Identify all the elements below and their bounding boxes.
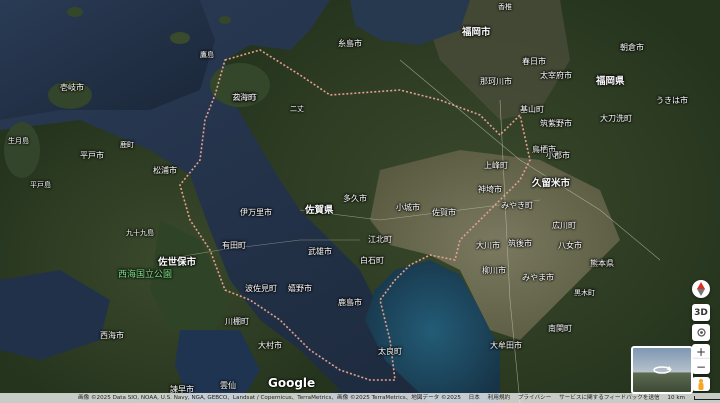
- place-label-futagawa[interactable]: 平戸島: [30, 180, 51, 190]
- place-label-kurume-city[interactable]: 久留米市: [532, 175, 570, 189]
- place-label-takeo-city[interactable]: 武雄市: [308, 246, 332, 257]
- place-label-unzen[interactable]: 雲仙: [220, 380, 236, 391]
- location-target-icon: [696, 328, 706, 337]
- place-label-itoshima-coast[interactable]: 二丈: [290, 104, 304, 114]
- satellite-map[interactable]: 福岡市 福岡県 佐賀県 久留米市 佐世保市 佐賀市 唐津市 伊万里市 武雄市 鹿島市 小城市 多久市嬉…: [0, 0, 720, 403]
- place-label-yanagawa-city[interactable]: 柳川市: [482, 265, 506, 276]
- place-label-takashima[interactable]: 鷹島: [200, 50, 214, 60]
- scale-indicator[interactable]: 10 km: [667, 395, 720, 401]
- place-label-ukiha[interactable]: うきは市: [656, 95, 688, 106]
- place-label-shikamachi[interactable]: 鹿町: [120, 140, 134, 150]
- place-label-chikushino-city[interactable]: 筑紫野市: [540, 118, 572, 129]
- place-label-ureshino-city[interactable]: 嬉野市: [288, 283, 312, 294]
- place-label-kashima-city[interactable]: 鹿島市: [338, 297, 362, 308]
- pegman-icon: [698, 378, 704, 390]
- place-label-kanzaki-city[interactable]: 神埼市: [478, 184, 502, 195]
- place-label-kiyama[interactable]: 基山町: [520, 104, 544, 115]
- place-label-hirado-city[interactable]: 平戸市: [80, 150, 104, 161]
- privacy-link[interactable]: プライバシー: [518, 395, 551, 401]
- place-label-tara-town[interactable]: 太良町: [378, 346, 402, 357]
- place-label-saikai-city[interactable]: 西海市: [100, 330, 124, 341]
- place-label-fukuoka-pref[interactable]: 福岡県: [596, 73, 625, 87]
- place-label-kamimine-town[interactable]: 上峰町: [484, 160, 508, 171]
- locate-button[interactable]: [692, 324, 710, 341]
- feedback-link[interactable]: サービスに関するフィードバックを送信: [559, 395, 660, 401]
- place-label-shiroishi-town[interactable]: 白石町: [360, 255, 384, 266]
- rotate-360-icon: [653, 366, 672, 374]
- place-label-saga-city[interactable]: 佐賀市: [432, 207, 456, 218]
- place-label-saikai-park[interactable]: 西海国立公園: [118, 267, 172, 280]
- place-label-sasebo-hasami[interactable]: 波佐見町: [245, 283, 277, 294]
- place-label-iki-city[interactable]: 壱岐市: [60, 82, 84, 93]
- place-label-okawa-city[interactable]: 大川市: [476, 240, 500, 251]
- terms-link[interactable]: 利用規約: [488, 395, 510, 401]
- place-label-taku-city[interactable]: 多久市: [343, 193, 367, 204]
- place-label-chikugo-city[interactable]: 筑後市: [508, 238, 532, 249]
- place-label-genkai-town[interactable]: 玄海町: [232, 92, 256, 103]
- place-label-miyaki-town[interactable]: みやき町: [501, 200, 533, 211]
- pegman-button[interactable]: [692, 377, 710, 391]
- compass-button[interactable]: [692, 280, 710, 298]
- place-label-hirokawa-town[interactable]: 広川町: [552, 220, 576, 231]
- place-label-tsukumo[interactable]: 九十九島: [126, 228, 154, 238]
- view-3d-button[interactable]: 3D: [692, 304, 710, 321]
- place-label-dazaifu-city[interactable]: 太宰府市: [540, 70, 572, 81]
- place-label-ogi-city[interactable]: 小城市: [396, 202, 420, 213]
- place-label-kawatana[interactable]: 川棚町: [225, 316, 249, 327]
- compass-icon: [697, 282, 705, 296]
- place-label-miyama-city[interactable]: みやま市: [522, 272, 554, 283]
- place-label-imari-city[interactable]: 伊万里市: [240, 207, 272, 218]
- place-label-sasebo-city[interactable]: 佐世保市: [158, 254, 196, 268]
- imagery-credits: 画像 ©2025 Data SIO, NOAA, U.S. Navy, NGA,…: [78, 395, 461, 401]
- place-label-kumamoto-pref[interactable]: 熊本県: [590, 258, 614, 269]
- place-label-fukuoka-city[interactable]: 福岡市: [462, 24, 491, 38]
- place-label-arita-town[interactable]: 有田町: [222, 240, 246, 251]
- scale-bar: [694, 395, 720, 400]
- place-label-omuta-city[interactable]: 大牟田市: [490, 340, 522, 351]
- country-label: 日本: [468, 395, 480, 401]
- place-label-nanbu-city[interactable]: 南関町: [548, 323, 572, 334]
- place-label-ikitsuki[interactable]: 生月島: [8, 136, 29, 146]
- place-label-kasuga-city[interactable]: 春日市: [522, 56, 546, 67]
- place-label-matsuura-city[interactable]: 松浦市: [153, 165, 177, 176]
- place-label-yame-city[interactable]: 八女市: [558, 240, 582, 251]
- place-label-kouhoku-town[interactable]: 江北町: [368, 234, 392, 245]
- attribution-bar: 画像 ©2025 Data SIO, NOAA, U.S. Navy, NGA,…: [0, 393, 720, 403]
- place-label-omura-city[interactable]: 大村市: [258, 340, 282, 351]
- place-label-tachiarai[interactable]: 大刀洗町: [600, 113, 632, 124]
- zoom-out-button[interactable]: −: [692, 359, 710, 374]
- zoom-in-button[interactable]: +: [692, 344, 710, 359]
- place-label-kurogi[interactable]: 黒木町: [574, 288, 595, 298]
- place-label-itoshima-city[interactable]: 糸島市: [338, 38, 362, 49]
- google-logo: Google: [268, 376, 316, 390]
- place-label-ogori-city[interactable]: 小郡市: [546, 150, 570, 161]
- place-label-kashii[interactable]: 香椎: [498, 2, 512, 12]
- place-label-nakagawa[interactable]: 那珂川市: [480, 76, 512, 87]
- scale-text: 10 km: [667, 395, 686, 401]
- place-label-asakura-city[interactable]: 朝倉市: [620, 42, 644, 53]
- street-view-preview[interactable]: [631, 346, 693, 394]
- place-label-saga-pref[interactable]: 佐賀県: [305, 202, 334, 216]
